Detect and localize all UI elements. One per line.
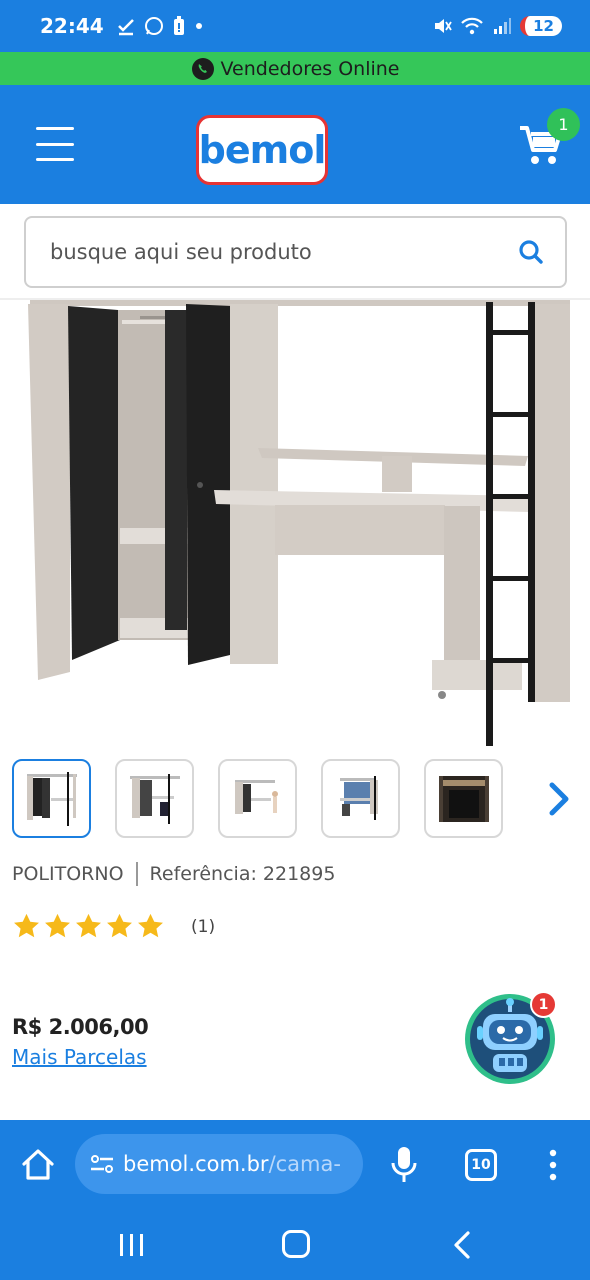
thumbnail-2[interactable] xyxy=(115,759,194,838)
address-bar[interactable]: bemol.com.br/cama- xyxy=(75,1134,363,1194)
star-icon xyxy=(138,913,163,938)
rating-stars xyxy=(12,912,165,941)
system-navigation-bar xyxy=(0,1210,590,1280)
product-meta: POLITORNO Referência: 221895 xyxy=(12,862,335,886)
rating-count: (1) xyxy=(191,916,216,937)
download-done-icon xyxy=(117,19,134,36)
star-icon xyxy=(14,913,39,938)
thumbnail-3[interactable] xyxy=(218,759,297,838)
more-options-icon[interactable] xyxy=(546,1147,560,1183)
signal-icon xyxy=(494,18,512,34)
tab-switcher-button[interactable]: 10 xyxy=(465,1149,497,1181)
sellers-online-bar[interactable]: Vendedores Online xyxy=(0,52,590,85)
product-main-image[interactable] xyxy=(0,300,590,750)
thumbnail-image xyxy=(438,775,489,822)
more-installments-link[interactable]: Mais Parcelas xyxy=(12,1045,147,1069)
bemol-logo[interactable]: bemol xyxy=(196,115,328,185)
status-bar: 22:44 12 xyxy=(0,0,590,52)
thumbnail-5[interactable] xyxy=(424,759,503,838)
status-time: 22:44 xyxy=(40,14,104,38)
whatsapp-status-icon xyxy=(144,17,163,35)
search-bar xyxy=(24,216,567,288)
meta-separator xyxy=(135,862,138,886)
thumbnails-next-button[interactable] xyxy=(527,759,590,839)
thumbnail-image xyxy=(129,773,180,824)
star-icon xyxy=(45,913,70,938)
site-settings-icon[interactable] xyxy=(89,1151,115,1177)
sellers-online-label: Vendedores Online xyxy=(220,57,400,80)
thumbnail-4[interactable] xyxy=(321,759,400,838)
battery-alert-icon xyxy=(173,16,184,35)
browser-home-icon[interactable] xyxy=(20,1147,56,1183)
thumbnail-image xyxy=(234,779,278,814)
status-notification-icons xyxy=(116,16,204,36)
browser-toolbar: bemol.com.br/cama- 10 xyxy=(0,1120,590,1210)
star-icon xyxy=(76,913,101,938)
back-icon[interactable] xyxy=(450,1230,474,1260)
thumbnail-image xyxy=(26,771,77,826)
product-reference: Referência: 221895 xyxy=(149,863,336,885)
mute-icon xyxy=(435,19,452,33)
thumbnail-1[interactable] xyxy=(12,759,91,838)
assistant-notification-badge: 1 xyxy=(530,991,557,1018)
product-rating[interactable]: (1) xyxy=(12,912,215,941)
cart-count-badge: 1 xyxy=(547,108,580,141)
recents-icon[interactable] xyxy=(118,1232,146,1258)
url-host: bemol.com.br xyxy=(123,1152,269,1176)
thumbnail-image xyxy=(339,775,378,820)
whatsapp-icon xyxy=(191,57,214,80)
star-icon xyxy=(107,913,132,938)
chevron-right-icon xyxy=(549,782,568,816)
search-input[interactable] xyxy=(50,240,517,264)
microphone-icon[interactable] xyxy=(390,1145,418,1185)
product-thumbnails xyxy=(12,759,590,839)
app-header: bemol xyxy=(0,85,590,204)
product-brand: POLITORNO xyxy=(12,863,124,885)
dot-icon xyxy=(195,23,202,29)
wifi-icon xyxy=(461,17,483,35)
home-nav-icon[interactable] xyxy=(282,1230,310,1258)
status-system-icons: 12 xyxy=(432,16,562,36)
logo-text: bemol xyxy=(198,128,327,172)
menu-icon[interactable] xyxy=(36,127,74,161)
url-path: /cama- xyxy=(268,1152,341,1176)
battery-level: 12 xyxy=(520,16,562,36)
product-price: R$ 2.006,00 xyxy=(12,1015,149,1039)
search-icon[interactable] xyxy=(517,238,545,266)
